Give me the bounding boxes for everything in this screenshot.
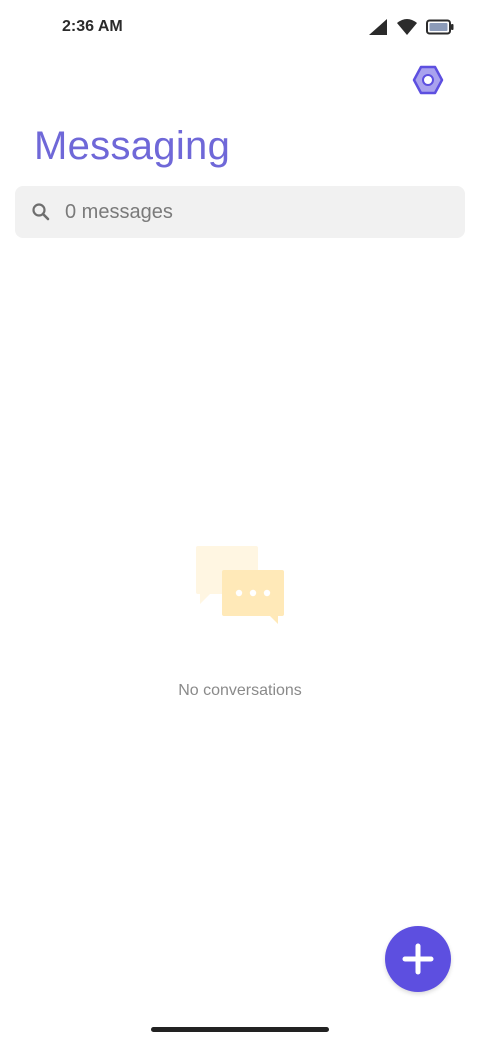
new-conversation-button[interactable] — [385, 926, 451, 992]
search-input[interactable] — [65, 186, 445, 238]
status-bar: 2:36 AM — [0, 0, 480, 56]
search-icon — [32, 203, 50, 221]
signal-icon — [369, 19, 387, 35]
plus-icon — [402, 943, 434, 975]
settings-hexagon-icon — [412, 65, 444, 95]
chat-bubbles-icon — [196, 546, 284, 624]
home-indicator[interactable] — [151, 1027, 329, 1032]
search-bar[interactable] — [15, 186, 465, 238]
wifi-icon — [397, 19, 417, 35]
page-title: Messaging — [34, 124, 231, 168]
battery-icon — [426, 19, 454, 35]
status-time: 2:36 AM — [62, 18, 123, 35]
settings-button[interactable] — [410, 62, 446, 98]
status-icons — [368, 16, 454, 38]
empty-state-message: No conversations — [178, 682, 302, 699]
